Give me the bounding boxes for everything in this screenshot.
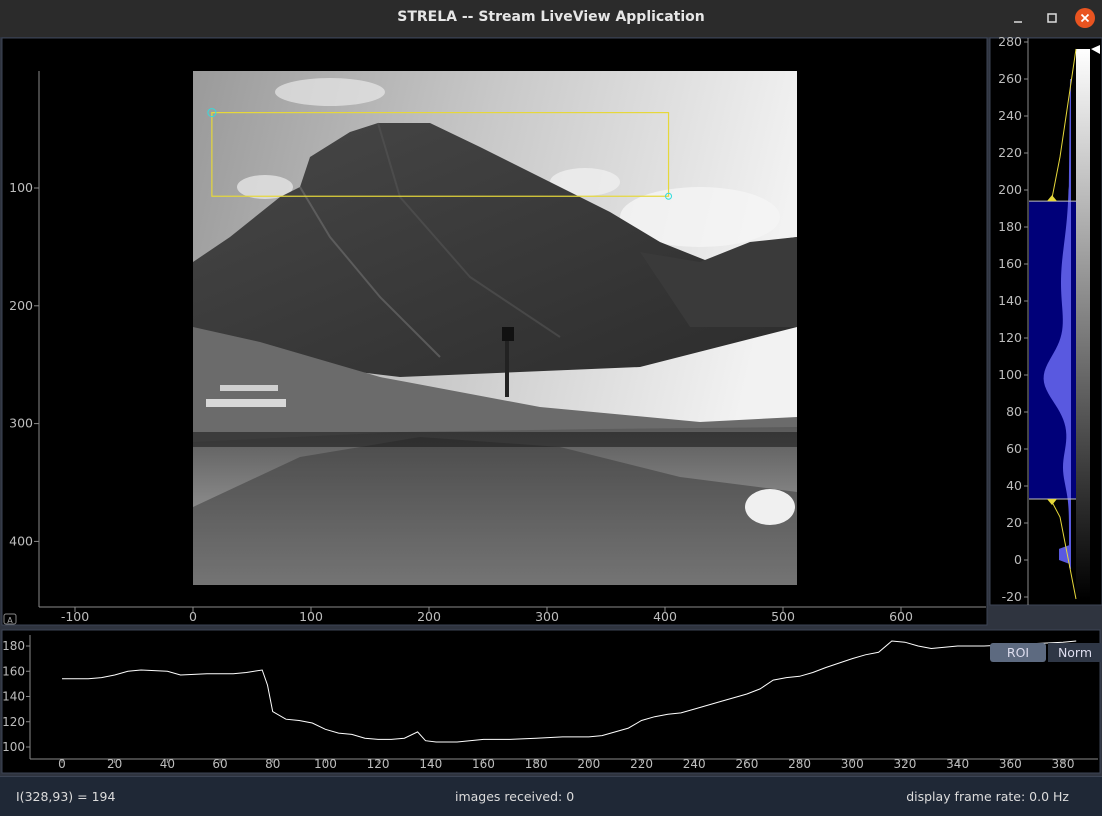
profile-y-tick-label: 100 [2, 740, 25, 754]
y-tick-label: 300 [9, 416, 33, 431]
hist-tick-label: 140 [998, 293, 1022, 308]
pixel-value: I(328,93) = 194 [16, 789, 116, 804]
profile-x-tick-label: 300 [841, 757, 864, 771]
profile-x-tick-label: 240 [683, 757, 706, 771]
maximize-button[interactable] [1042, 8, 1062, 28]
x-tick-label: 100 [299, 609, 323, 624]
image-view[interactable]: -100 0 100 200 300 400 500 600 100 200 300 400 A [1, 37, 988, 626]
hist-tick-label: 120 [998, 330, 1022, 345]
hist-tick-label: 60 [1006, 441, 1022, 456]
profile-x-tick-label: 340 [946, 757, 969, 771]
frame-rate: display frame rate: 0.0 Hz [906, 789, 1069, 804]
profile-x-tick-label: 40 [160, 757, 175, 771]
profile-x-tick-label: 20 [107, 757, 122, 771]
norm-button[interactable]: Norm [1048, 643, 1102, 662]
gradient-bar[interactable] [1076, 49, 1090, 599]
y-tick-label: 200 [9, 298, 33, 313]
profile-x-tick-label: 0 [58, 757, 66, 771]
profile-x-tick-label: 160 [472, 757, 495, 771]
camera-image[interactable] [193, 71, 797, 585]
minimize-icon [1014, 21, 1022, 23]
profile-x-tick-label: 100 [314, 757, 337, 771]
profile-x-tick-label: 140 [419, 757, 442, 771]
x-tick-label: -100 [61, 609, 89, 624]
images-received: images received: 0 [455, 789, 575, 804]
profile-y-tick-label: 180 [2, 639, 25, 653]
close-button[interactable] [1075, 8, 1095, 28]
profile-x-tick-label: 180 [525, 757, 548, 771]
profile-plot[interactable]: 0 20 40 60 80 100 120 140 160 180 200 220 240 260 280 3… [1, 629, 1101, 774]
profile-x-tick-label: 280 [788, 757, 811, 771]
profile-y-tick-label: 140 [2, 690, 25, 704]
hist-tick-label: 220 [998, 145, 1022, 160]
profile-x-tick-label: 200 [577, 757, 600, 771]
x-tick-label: 300 [535, 609, 559, 624]
hist-tick-label: -20 [1002, 589, 1022, 604]
hist-tick-label: 0 [1014, 552, 1022, 567]
hist-tick-label: 200 [998, 182, 1022, 197]
hist-tick-label: 240 [998, 108, 1022, 123]
close-icon [1080, 13, 1090, 23]
profile-x-tick-label: 220 [630, 757, 653, 771]
roi-button[interactable]: ROI [990, 643, 1046, 662]
status-bar: I(328,93) = 194 images received: 0 displ… [0, 776, 1102, 816]
hist-tick-label: 40 [1006, 478, 1022, 493]
profile-x-tick-label: 380 [1052, 757, 1075, 771]
profile-x-tick-label: 320 [893, 757, 916, 771]
x-tick-label: 0 [189, 609, 197, 624]
profile-x-tick-label: 60 [212, 757, 227, 771]
x-tick-label: 200 [417, 609, 441, 624]
minimize-button[interactable] [1008, 8, 1028, 28]
auto-range-label: A [7, 616, 13, 625]
profile-x-tick-label: 260 [735, 757, 758, 771]
window-title: STRELA -- Stream LiveView Application [397, 9, 705, 25]
x-tick-label: 400 [653, 609, 677, 624]
y-tick-label: 100 [9, 180, 33, 195]
maximize-icon [1047, 13, 1057, 23]
hist-tick-label: 280 [998, 37, 1022, 49]
hist-tick-label: 20 [1006, 515, 1022, 530]
hist-tick-label: 160 [998, 256, 1022, 271]
x-tick-label: 600 [889, 609, 913, 624]
profile-x-tick-label: 120 [367, 757, 390, 771]
hist-tick-label: 260 [998, 71, 1022, 86]
title-bar[interactable]: STRELA -- Stream LiveView Application [0, 0, 1102, 37]
profile-y-tick-label: 160 [2, 664, 25, 678]
hist-tick-label: 100 [998, 367, 1022, 382]
y-tick-label: 400 [9, 533, 33, 548]
hist-tick-label: 80 [1006, 404, 1022, 419]
histogram-panel[interactable]: 280260240220200180160140120100806040200-… [989, 37, 1102, 606]
x-tick-label: 500 [771, 609, 795, 624]
profile-x-tick-label: 360 [999, 757, 1022, 771]
profile-x-tick-label: 80 [265, 757, 280, 771]
profile-y-tick-label: 120 [2, 715, 25, 729]
main-area: -100 0 100 200 300 400 500 600 100 200 300 400 A [0, 37, 1102, 816]
hist-tick-label: 180 [998, 219, 1022, 234]
